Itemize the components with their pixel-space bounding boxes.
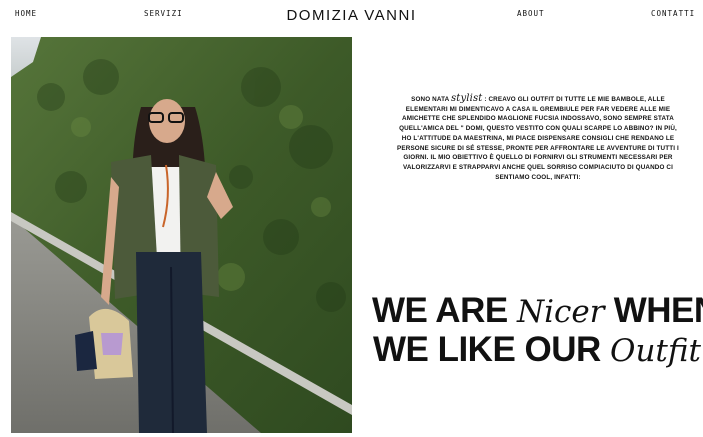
- slogan-line1-script: Nicer: [516, 294, 605, 330]
- slogan-line1-start: WE ARE: [372, 291, 508, 330]
- bio-lead: SONO NATA: [411, 96, 450, 103]
- hero-photo: [11, 37, 352, 433]
- bio-paragraph: SONO NATA stylist : CREAVO GLI OUTFIT DI…: [394, 94, 682, 182]
- nav-link-contacts[interactable]: CONTATTI: [651, 9, 695, 18]
- top-navigation: HOME SERVIZI DOMIZIA VANNI ABOUT CONTATT…: [0, 0, 703, 34]
- bio-script-word: stylist: [451, 93, 483, 104]
- slogan-line-2: WE LIKE OUR Outfit: [372, 331, 702, 370]
- slogan-line1-end: WHEN: [613, 291, 703, 330]
- slogan-heading: WE ARE Nicer WHEN WE LIKE OUR Outfit: [372, 291, 703, 370]
- slogan-line2-start: WE LIKE OUR: [372, 330, 601, 369]
- slogan-line-1: WE ARE Nicer WHEN: [372, 291, 703, 331]
- hero-photo-illustration: [11, 37, 352, 433]
- site-logo[interactable]: DOMIZIA VANNI: [0, 7, 703, 24]
- slogan-line2-script: Outfit: [610, 333, 702, 369]
- nav-link-about[interactable]: ABOUT: [517, 9, 545, 18]
- bio-body: : CREAVO GLI OUTFIT DI TUTTE LE MIE BAMB…: [397, 96, 679, 181]
